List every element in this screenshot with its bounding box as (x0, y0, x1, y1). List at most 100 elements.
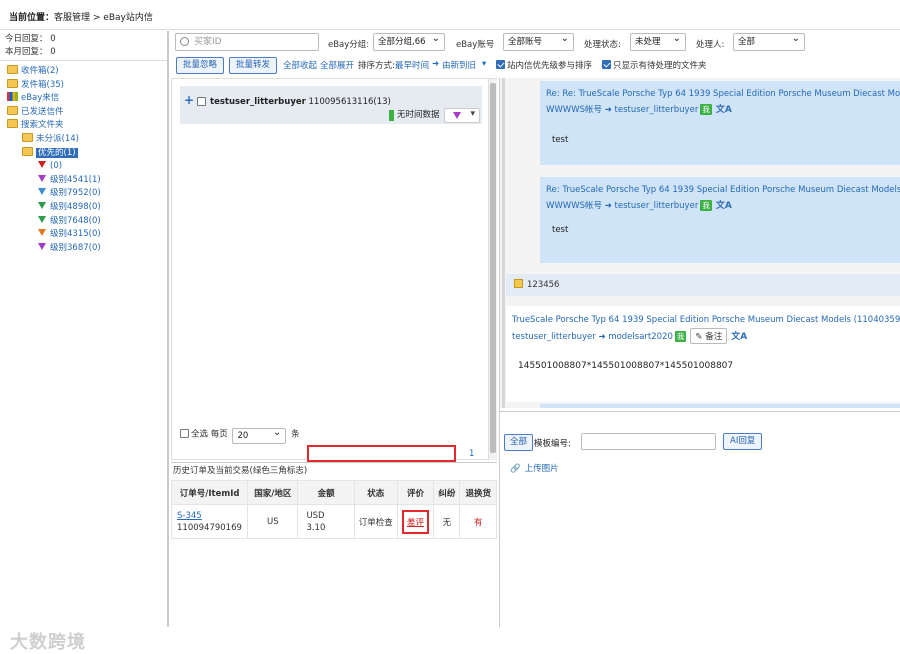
memo-button[interactable]: ✎ 备注 (690, 328, 728, 344)
tree-item-outbox[interactable]: 发件箱(35) (0, 78, 167, 93)
tree-item-level-7952[interactable]: 级别7952(0) (0, 187, 167, 201)
tree-item-flag-0[interactable]: (0) (0, 160, 167, 174)
tree-item-level-3687[interactable]: 级别3687(0) (0, 242, 167, 256)
status-label: 处理状态: (584, 40, 621, 50)
flag-icon (38, 174, 46, 182)
flag-icon (38, 161, 46, 169)
card-body: 145501008807*145501008807*145501008807 (518, 361, 734, 371)
row-checkbox[interactable] (197, 97, 206, 106)
reply-stats: 今日回复： 0 本月回复： 0 (0, 31, 167, 61)
translate-icon[interactable]: 文A (716, 198, 732, 211)
arrow-right-icon: ➜ (598, 332, 606, 342)
tree-item-sent[interactable]: 已发送信件 (0, 105, 167, 120)
expand-plus-icon[interactable]: + (184, 93, 194, 107)
batch-ignore-button[interactable]: 批量忽略 (176, 57, 224, 74)
folder-icon (22, 132, 33, 142)
item-message-card: TrueScale Porsche Typ 64 1939 Special Ed… (506, 306, 900, 402)
tree-item-inbox[interactable]: 收件箱(2) (0, 65, 167, 79)
handler-select[interactable]: 全部 (733, 33, 805, 51)
tree-item-level-4541[interactable]: 级别4541(1) (0, 174, 167, 188)
message-title-1[interactable]: Re: Re: TrueScale Porsche Typ 64 1939 Sp… (546, 89, 900, 99)
conversation-panel: Re: Re: TrueScale Porsche Typ 64 1939 Sp… (500, 78, 900, 408)
tree-item-level-4898[interactable]: 级别4898(0) (0, 201, 167, 215)
watermark-logo: 大数跨境 (10, 632, 86, 653)
message-bubble-1: Re: Re: TrueScale Porsche Typ 64 1939 Sp… (540, 81, 900, 165)
breadcrumb: 当前位置：客服管理 > eBay站内信 (9, 13, 153, 23)
status-select[interactable]: 未处理 (630, 33, 686, 51)
template-label: 模板编号: (534, 439, 571, 449)
flag-icon (38, 229, 46, 237)
per-page-select[interactable]: 20 (232, 428, 287, 444)
negative-feedback-link[interactable]: 差评 (401, 509, 429, 534)
conversation-scrollbar[interactable] (502, 78, 505, 408)
translate-icon[interactable]: 文A (731, 329, 747, 342)
buyer-link[interactable]: testuser_litterbuyer (615, 201, 699, 211)
vertical-scrollbar[interactable] (488, 79, 497, 460)
page-number[interactable]: 1 (469, 449, 474, 459)
flag-icon (38, 242, 46, 250)
tree-item-level-7648[interactable]: 级别7648(0) (0, 215, 167, 229)
tree-item-search-folder[interactable]: 搜索文件夹 (0, 119, 167, 133)
tree-item-unassigned[interactable]: 未分派(14) (0, 132, 167, 147)
buyer-search-input[interactable]: 买家ID (175, 33, 319, 51)
arrow-right-icon: ➜ (604, 201, 612, 211)
pencil-icon: ✎ (695, 332, 703, 342)
account-name: WWWWS帐号 (546, 201, 603, 211)
flag-dropdown[interactable]: ▾ (444, 108, 480, 123)
col-dispute: 纠纷 (433, 480, 461, 505)
handler-label: 处理人: (696, 40, 725, 50)
link-icon: 🔗 (510, 464, 521, 474)
account-label: eBay账号 (456, 40, 495, 50)
left-sidebar: 今日回复： 0 本月回复： 0 收件箱(2) 发件箱(35) eBay来信 已发… (0, 31, 169, 653)
ai-reply-button[interactable]: AI回复 (723, 433, 763, 450)
account-select[interactable]: 全部账号 (503, 33, 574, 51)
tree-item-ebay-mail[interactable]: eBay来信 (0, 92, 167, 106)
conversation-column: Re: Re: TrueScale Porsche Typ 64 1939 Sp… (499, 78, 900, 627)
note-bar: 123456 (506, 274, 900, 296)
buyer-link[interactable]: testuser_litterbuyer (615, 105, 699, 115)
scrollbar-thumb[interactable] (490, 83, 496, 453)
message-bubble-2: Re: TrueScale Porsche Typ 64 1939 Specia… (540, 177, 900, 263)
group-select[interactable]: 全部分组,66 (373, 33, 445, 51)
reply-panel: 全部 模板编号: AI回复 🔗 上传图片 (500, 411, 900, 627)
priority-sort-option[interactable]: 站内信优先级参与排序 (496, 59, 592, 71)
history-title: 历史订单及当前交易(绿色三角标志) (171, 462, 497, 479)
history-table: 订单号/ItemId 国家/地区 金额 状态 评价 纠纷 退换货 S-345 11… (170, 480, 497, 539)
folder-tree: 收件箱(2) 发件箱(35) eBay来信 已发送信件 搜索文件夹 未分派(14… (0, 61, 167, 255)
sort-arrow-icon[interactable]: ➜ (432, 59, 439, 69)
from-buyer-link[interactable]: testuser_litterbuyer (512, 332, 596, 342)
upload-image-link[interactable]: 🔗 上传图片 (510, 462, 559, 474)
translate-icon[interactable]: 文A (716, 102, 732, 115)
item-id: 110095613116(13) (308, 97, 391, 107)
col-feedback: 评价 (396, 480, 435, 505)
col-country: 国家/地区 (247, 480, 299, 505)
flag-icon (38, 188, 46, 196)
collapse-all-link[interactable]: 全部收起 (283, 59, 317, 71)
col-status: 状态 (353, 480, 398, 505)
message-group-row[interactable]: + testuser_litterbuyer 110095613116(13) … (180, 86, 482, 124)
expand-all-link[interactable]: 全部展开 (320, 59, 354, 71)
folder-open-icon (22, 146, 33, 156)
no-time-data-label: 无时间数据 (389, 110, 440, 121)
batch-forward-button[interactable]: 批量转发 (229, 57, 277, 74)
sort-dropdown-icon[interactable]: ▾ (482, 59, 486, 69)
tree-item-level-4315[interactable]: 级别4315(0) (0, 228, 167, 242)
country-cell: US (247, 504, 299, 539)
item-title-link[interactable]: TrueScale Porsche Typ 64 1939 Special Ed… (512, 315, 900, 325)
message-title-2[interactable]: Re: TrueScale Porsche Typ 64 1939 Specia… (546, 185, 900, 195)
to-account-link[interactable]: modelsart2020 (608, 332, 673, 342)
horizontal-scrollbar-highlight[interactable] (307, 445, 456, 462)
pending-folders-option[interactable]: 只显示有待处理的文件夹 (602, 59, 707, 71)
order-link[interactable]: S-345 (177, 511, 202, 521)
template-number-input[interactable] (581, 433, 716, 450)
tree-item-priority[interactable]: 优先的(1) (0, 146, 167, 161)
note-icon (514, 279, 523, 288)
checkbox-icon[interactable] (602, 60, 611, 69)
top-bar: 当前位置：客服管理 > eBay站内信 (0, 0, 900, 30)
pager: 全选 每页 20 条 (180, 426, 300, 444)
select-all-checkbox[interactable] (180, 428, 189, 438)
all-templates-button[interactable]: 全部 (504, 434, 534, 451)
checkbox-icon[interactable] (496, 60, 505, 69)
sort-time-link[interactable]: 最早时间 (395, 59, 429, 71)
sort-order-link[interactable]: 由新到旧 (442, 59, 476, 71)
